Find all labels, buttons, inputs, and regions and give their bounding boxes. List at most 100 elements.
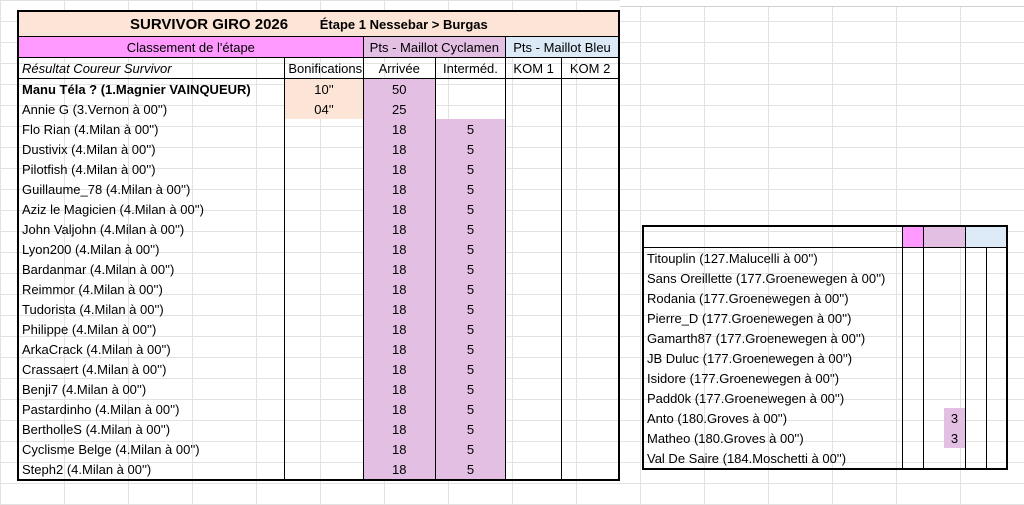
kom2-cell[interactable]: [561, 419, 619, 439]
side-cell[interactable]: [986, 288, 1007, 308]
bonus-cell[interactable]: [284, 339, 364, 359]
side-cell[interactable]: [965, 448, 987, 469]
rider-name-cell[interactable]: Philippe (4.Milan à 00''): [18, 319, 285, 339]
kom2-cell[interactable]: [561, 259, 619, 279]
arrival-points-cell[interactable]: 18: [362, 359, 436, 379]
rider-name-cell[interactable]: Aziz le Magicien (4.Milan à 00''): [18, 199, 285, 219]
side-cell[interactable]: [965, 348, 987, 368]
side-cell[interactable]: [923, 448, 944, 469]
side-cell[interactable]: [923, 388, 944, 408]
bonus-cell[interactable]: [284, 199, 364, 219]
kom2-cell[interactable]: [561, 319, 619, 339]
kom2-cell[interactable]: [561, 199, 619, 219]
kom1-cell[interactable]: [505, 139, 562, 159]
intermediate-points-cell[interactable]: 5: [434, 279, 506, 299]
intermediate-points-cell[interactable]: [434, 78, 506, 99]
arrival-points-cell[interactable]: 18: [362, 179, 436, 199]
side-header-pink[interactable]: [901, 226, 924, 248]
arrival-points-cell[interactable]: 18: [362, 379, 436, 399]
kom2-cell[interactable]: [561, 459, 619, 480]
rider-name-cell[interactable]: Cyclisme Belge (4.Milan à 00''): [18, 439, 285, 459]
rider-name-cell[interactable]: Tudorista (4.Milan à 00''): [18, 299, 285, 319]
side-cell[interactable]: [986, 268, 1007, 288]
bonus-cell[interactable]: [284, 379, 364, 399]
side-cell[interactable]: [965, 328, 987, 348]
side-cell[interactable]: [986, 308, 1007, 328]
kom1-cell[interactable]: [505, 99, 562, 119]
kom2-cell[interactable]: [561, 299, 619, 319]
rider-name-cell[interactable]: BertholleS (4.Milan à 00''): [18, 419, 285, 439]
blue-section-header[interactable]: Pts - Maillot Bleu: [505, 36, 619, 58]
intermediate-points-cell[interactable]: 5: [434, 459, 506, 480]
bonus-cell[interactable]: [284, 359, 364, 379]
kom2-cell[interactable]: [561, 99, 619, 119]
bonus-cell[interactable]: [284, 279, 364, 299]
intermediate-points-cell[interactable]: [434, 99, 506, 119]
bonus-cell[interactable]: [284, 179, 364, 199]
bonus-cell[interactable]: [284, 459, 364, 480]
rider-name-cell[interactable]: John Valjohn (4.Milan à 00''): [18, 219, 285, 239]
arrival-points-cell[interactable]: 18: [362, 279, 436, 299]
arrival-points-cell[interactable]: 18: [362, 119, 436, 139]
side-cell[interactable]: [901, 328, 924, 348]
kom2-cell[interactable]: [561, 379, 619, 399]
intermediate-points-cell[interactable]: 5: [434, 239, 506, 259]
arrival-points-cell[interactable]: 18: [362, 299, 436, 319]
side-rider-name-cell[interactable]: Val De Saire (184.Moschetti à 00''): [643, 448, 902, 469]
kom2-cell[interactable]: [561, 399, 619, 419]
intermediate-points-cell[interactable]: 5: [434, 419, 506, 439]
arrival-points-cell[interactable]: 18: [362, 459, 436, 480]
side-intermediate-cell[interactable]: [944, 268, 966, 288]
kom1-cell[interactable]: [505, 299, 562, 319]
side-rider-name-cell[interactable]: Matheo (180.Groves à 00''): [643, 428, 902, 448]
col-kom1-header[interactable]: KOM 1: [505, 57, 562, 79]
intermediate-points-cell[interactable]: 5: [434, 439, 506, 459]
bonus-cell[interactable]: [284, 319, 364, 339]
intermediate-points-cell[interactable]: 5: [434, 319, 506, 339]
side-cell[interactable]: [965, 388, 987, 408]
bonus-cell[interactable]: [284, 119, 364, 139]
arrival-points-cell[interactable]: 18: [362, 439, 436, 459]
side-cell[interactable]: [901, 408, 924, 428]
kom2-cell[interactable]: [561, 359, 619, 379]
side-cell[interactable]: [965, 247, 987, 268]
kom2-cell[interactable]: [561, 219, 619, 239]
kom1-cell[interactable]: [505, 279, 562, 299]
arrival-points-cell[interactable]: 25: [362, 99, 436, 119]
rider-name-cell[interactable]: Dustivix (4.Milan à 00''): [18, 139, 285, 159]
side-cell[interactable]: [923, 408, 944, 428]
side-cell[interactable]: [923, 288, 944, 308]
side-cell[interactable]: [923, 368, 944, 388]
kom1-cell[interactable]: [505, 199, 562, 219]
side-cell[interactable]: [923, 268, 944, 288]
side-rider-name-cell[interactable]: Gamarth87 (177.Groenewegen à 00''): [643, 328, 902, 348]
side-header-cell[interactable]: [643, 226, 903, 248]
arrival-points-cell[interactable]: 18: [362, 199, 436, 219]
side-intermediate-cell[interactable]: 3: [943, 428, 966, 448]
intermediate-points-cell[interactable]: 5: [434, 259, 506, 279]
kom1-cell[interactable]: [505, 339, 562, 359]
ranking-section-header[interactable]: Classement de l'étape: [18, 36, 364, 58]
bonus-cell[interactable]: [284, 219, 364, 239]
side-intermediate-cell[interactable]: [944, 368, 966, 388]
kom1-cell[interactable]: [505, 319, 562, 339]
intermediate-points-cell[interactable]: 5: [434, 199, 506, 219]
side-intermediate-cell[interactable]: [944, 348, 966, 368]
side-cell[interactable]: [923, 348, 944, 368]
side-cell[interactable]: [901, 308, 924, 328]
side-cell[interactable]: [986, 348, 1007, 368]
side-cell[interactable]: [986, 247, 1007, 268]
kom1-cell[interactable]: [505, 359, 562, 379]
side-intermediate-cell[interactable]: [944, 288, 966, 308]
side-intermediate-cell[interactable]: [944, 308, 966, 328]
side-cell[interactable]: [901, 448, 924, 469]
arrival-points-cell[interactable]: 18: [362, 399, 436, 419]
kom2-cell[interactable]: [561, 279, 619, 299]
arrival-points-cell[interactable]: 18: [362, 239, 436, 259]
bonus-cell[interactable]: 10'': [284, 78, 364, 99]
side-intermediate-cell[interactable]: [944, 448, 966, 469]
rider-name-cell[interactable]: Crassaert (4.Milan à 00''): [18, 359, 285, 379]
rider-name-cell[interactable]: Guillaume_78 (4.Milan à 00''): [18, 179, 285, 199]
col-kom2-header[interactable]: KOM 2: [561, 57, 619, 79]
intermediate-points-cell[interactable]: 5: [434, 179, 506, 199]
